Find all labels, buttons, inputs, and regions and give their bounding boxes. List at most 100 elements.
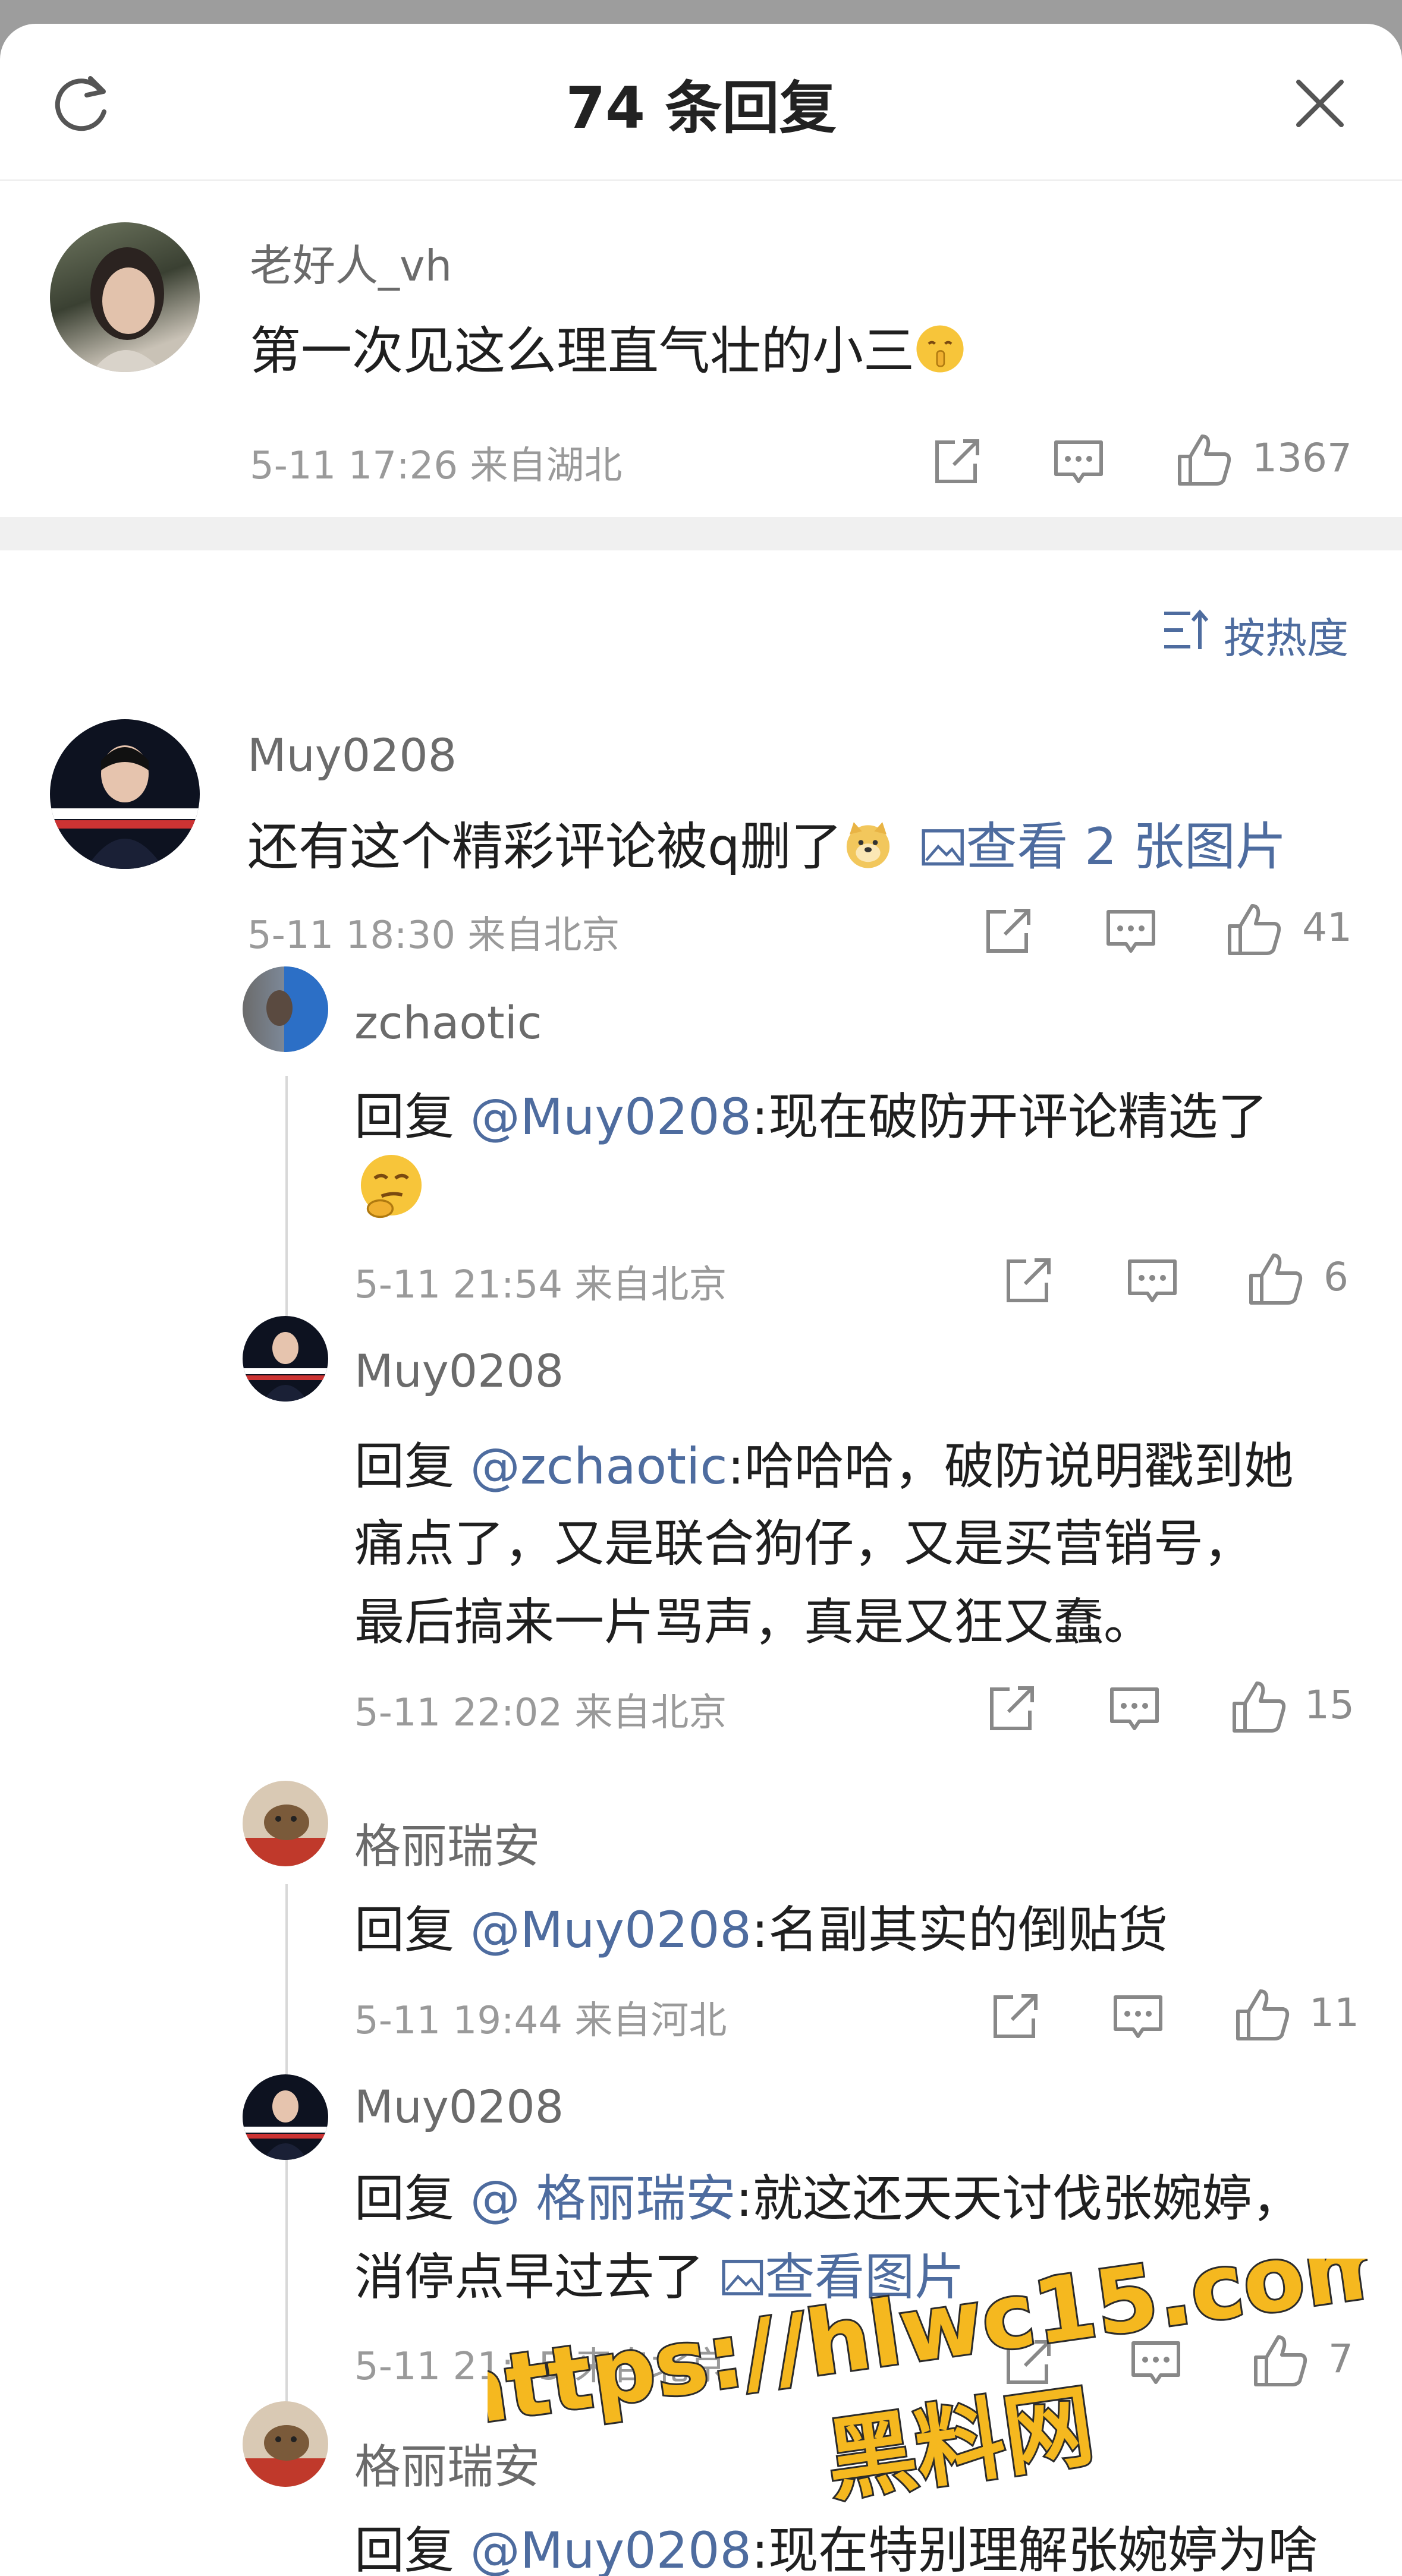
time: 5-11 19:44 [354, 1999, 563, 2043]
reply-body: :现在特别理解张婉婷为啥 [751, 2521, 1318, 2576]
location: 来自北京 [574, 1263, 727, 1307]
share-icon[interactable] [986, 1989, 1043, 2046]
reply-text: 回复 @Muy0208:名副其实的倒贴货 [354, 1890, 1168, 1962]
reply-time: 5-11 19:44 来自河北 [354, 1990, 727, 2045]
time: 5-11 22:02 [354, 1691, 563, 1735]
sheet-header: 74 条回复 [0, 24, 1402, 181]
location: 来自北京 [574, 2345, 727, 2389]
comment-body: 还有这个精彩评论被q删了 [247, 817, 843, 877]
reply-text: 回复 @zchaotic:哈哈哈，破防说明戳到她 [354, 1426, 1294, 1498]
comment-time: 5-11 17:26 来自湖北 [250, 435, 622, 490]
location: 来自北京 [467, 914, 620, 958]
like-count: 1367 [1252, 435, 1352, 481]
reply-body: :就这还天天讨伐张婉婷， [735, 2169, 1302, 2228]
like-icon[interactable] [1230, 1677, 1289, 1737]
avatar[interactable] [243, 966, 328, 1052]
avatar-portrait [266, 966, 328, 1052]
comment-text: 第一次见这么理直气壮的小三 [250, 309, 966, 383]
time: 5-11 21:15 [354, 2345, 563, 2389]
username[interactable]: 老好人_vh [250, 231, 452, 293]
comment-icon[interactable] [1102, 903, 1159, 961]
view-images-label: 查看图片 [765, 2248, 965, 2306]
like-icon[interactable] [1246, 1249, 1306, 1309]
doge-emoji-icon [846, 822, 889, 868]
username[interactable]: Muy0208 [354, 1344, 564, 1397]
mention-link[interactable]: @Muy0208 [470, 1901, 752, 1959]
like-count: 6 [1324, 1254, 1348, 1300]
page-title: 74 条回复 [565, 75, 837, 141]
comment-body: 第一次见这么理直气壮的小三 [250, 322, 914, 381]
time: 5-11 21:54 [354, 1263, 563, 1307]
comment-icon[interactable] [1106, 1681, 1163, 1738]
avatar[interactable] [50, 222, 200, 372]
avatar[interactable] [243, 2074, 328, 2160]
like-icon[interactable] [1175, 430, 1234, 490]
mention-link[interactable]: @zchaotic [470, 1437, 728, 1495]
mention-link[interactable]: @Muy0208 [470, 2521, 752, 2576]
shush-emoji-icon [916, 325, 964, 373]
avatar[interactable] [243, 2401, 328, 2487]
share-icon[interactable] [928, 434, 985, 491]
reply-text: 回复 @Muy0208:现在破防开评论精选了 [354, 1077, 1268, 1149]
like-icon[interactable] [1225, 900, 1284, 959]
close-icon[interactable] [1290, 74, 1350, 133]
view-images-link[interactable]: 查看图片 [720, 2248, 965, 2306]
comment-icon[interactable] [1050, 434, 1107, 491]
share-icon[interactable] [999, 1253, 1056, 1310]
share-icon[interactable] [982, 1681, 1039, 1738]
like-icon[interactable] [1233, 1985, 1293, 2045]
like-count: 41 [1302, 905, 1352, 950]
reply-time: 5-11 21:15 来自北京 [354, 2336, 727, 2391]
reply-prefix: 回复 [354, 2169, 470, 2228]
location: 来自河北 [574, 1999, 727, 2043]
username[interactable]: 格丽瑞安 [354, 2430, 540, 2496]
like-count: 15 [1304, 1682, 1354, 1728]
reply-time: 5-11 21:54 来自北京 [354, 1254, 727, 1309]
username[interactable]: Muy0208 [247, 729, 457, 782]
section-divider [0, 517, 1402, 550]
reply-text: 回复 @Muy0208:现在特别理解张婉婷为啥 [354, 2511, 1318, 2576]
like-icon[interactable] [1251, 2331, 1310, 2391]
sort-icon[interactable] [1162, 607, 1209, 653]
share-icon[interactable] [979, 903, 1036, 961]
avatar[interactable] [243, 1316, 328, 1402]
comment-icon[interactable] [1124, 1253, 1181, 1310]
avatar[interactable] [50, 719, 200, 869]
time: 5-11 17:26 [250, 444, 458, 488]
image-icon [922, 829, 964, 866]
share-icon[interactable] [999, 2335, 1056, 2392]
image-icon [722, 2260, 763, 2296]
reply-text-line: 最后搞来一片骂声，真是又狂又蠢。 [354, 1593, 1154, 1651]
username[interactable]: Muy0208 [354, 2080, 564, 2133]
comment-icon[interactable] [1127, 2335, 1184, 2392]
view-images-link[interactable]: 查看 2 张图片 [910, 817, 1287, 877]
like-count: 11 [1309, 1990, 1359, 2036]
reply-body: 消停点早过去了 [354, 2248, 720, 2306]
username[interactable]: 格丽瑞安 [354, 1809, 540, 1876]
sort-toggle[interactable]: 按热度 [1224, 605, 1348, 665]
avatar[interactable] [243, 1781, 328, 1866]
mention-link[interactable]: @Muy0208 [470, 1088, 752, 1146]
comment-text: 还有这个精彩评论被q删了 查看 2 张图片 [247, 805, 1287, 879]
avatar-portrait [243, 2090, 328, 2160]
reply-time: 5-11 22:02 来自北京 [354, 1682, 727, 1737]
avatar-portrait [90, 247, 164, 372]
like-count: 7 [1328, 2336, 1353, 2382]
avatar-portrait [243, 1805, 328, 1866]
comment-time: 5-11 18:30 来自北京 [247, 905, 620, 959]
reply-prefix: 回复 [354, 1901, 470, 1959]
avatar-portrait [243, 1332, 328, 1402]
view-images-label: 查看 2 张图片 [966, 817, 1287, 877]
reply-text-line: 痛点了，又是联合狗仔，又是买营销号， [354, 1514, 1254, 1573]
avatar-portrait [243, 2425, 328, 2487]
reply-text-line: 消停点早过去了 查看图片 [354, 2237, 964, 2309]
reply-text: 回复 @ 格丽瑞安:就这还天天讨伐张婉婷， [354, 2159, 1302, 2231]
time: 5-11 18:30 [247, 914, 456, 958]
reply-prefix: 回复 [354, 2521, 470, 2576]
username[interactable]: zchaotic [354, 996, 542, 1049]
reply-prefix: 回复 [354, 1088, 470, 1146]
mention-link[interactable]: @ 格丽瑞安 [470, 2169, 736, 2228]
reply-prefix: 回复 [354, 1437, 470, 1495]
smirk-emoji-icon [360, 1154, 422, 1218]
comment-icon[interactable] [1109, 1989, 1167, 2046]
